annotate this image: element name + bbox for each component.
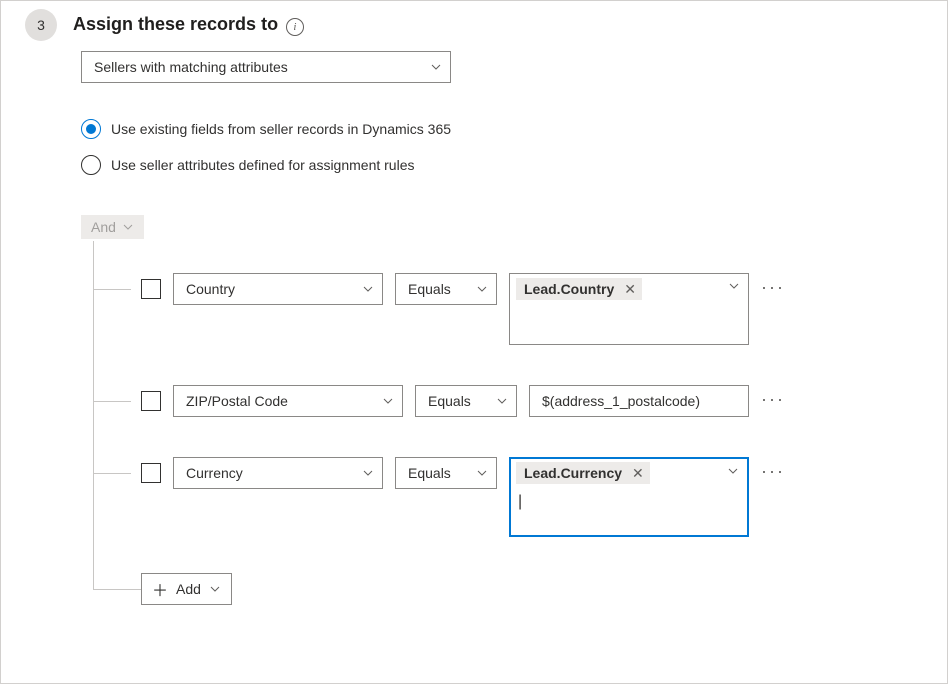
group-operator-dropdown[interactable]: And — [81, 215, 144, 239]
row-more-menu[interactable]: ··· — [761, 273, 785, 298]
assign-to-value: Sellers with matching attributes — [94, 59, 288, 75]
tree-connector — [93, 473, 131, 474]
row-checkbox[interactable] — [141, 463, 161, 483]
add-condition-button[interactable]: ＋ Add — [141, 573, 232, 605]
radio-group: Use existing fields from seller records … — [81, 119, 923, 175]
operator-value: Equals — [408, 465, 451, 481]
condition-row: Country Equals Lead.Country ✕ — [81, 273, 923, 345]
value-text: $(address_1_postalcode) — [542, 393, 700, 409]
radio-indicator-icon — [81, 119, 101, 139]
field-dropdown[interactable]: Country — [173, 273, 383, 305]
chevron-down-icon — [727, 465, 739, 477]
chevron-down-icon — [209, 583, 221, 595]
condition-row: ZIP/Postal Code Equals $(address_1_posta… — [81, 385, 923, 417]
chevron-down-icon — [496, 395, 508, 407]
assignment-step-panel: 3 Assign these records to i Sellers with… — [0, 0, 948, 684]
chevron-down-icon — [476, 283, 488, 295]
radio-existing-fields[interactable]: Use existing fields from seller records … — [81, 119, 923, 139]
row-more-menu[interactable]: ··· — [761, 457, 785, 482]
tree-connector — [93, 589, 141, 590]
value-tag: Lead.Country ✕ — [516, 278, 642, 300]
title-wrap: Assign these records to i — [73, 14, 304, 36]
chevron-down-icon — [728, 280, 740, 292]
value-tag-text: Lead.Country — [524, 281, 614, 297]
row-more-menu[interactable]: ··· — [761, 385, 785, 410]
section-content: Sellers with matching attributes Use exi… — [81, 41, 923, 605]
field-value: Currency — [186, 465, 243, 481]
field-value: ZIP/Postal Code — [186, 393, 288, 409]
value-tag-text: Lead.Currency — [524, 465, 622, 481]
section-title: Assign these records to — [73, 14, 278, 34]
tree-connector — [93, 401, 131, 402]
assign-to-dropdown[interactable]: Sellers with matching attributes — [81, 51, 451, 83]
condition-row: Currency Equals Lead.Currency ✕ — [81, 457, 923, 537]
value-input[interactable]: $(address_1_postalcode) — [529, 385, 749, 417]
field-dropdown[interactable]: Currency — [173, 457, 383, 489]
field-dropdown[interactable]: ZIP/Postal Code — [173, 385, 403, 417]
group-operator-label: And — [91, 219, 116, 235]
value-input-focused[interactable]: Lead.Currency ✕ | — [509, 457, 749, 537]
add-label: Add — [176, 581, 201, 597]
operator-value: Equals — [408, 281, 451, 297]
radio-label: Use existing fields from seller records … — [111, 121, 451, 137]
chevron-down-icon — [430, 61, 442, 73]
tree-connector — [93, 289, 131, 290]
remove-tag-icon[interactable]: ✕ — [624, 281, 636, 298]
text-cursor: | — [516, 494, 522, 510]
row-checkbox[interactable] — [141, 391, 161, 411]
value-tag: Lead.Currency ✕ — [516, 462, 650, 484]
chevron-down-icon — [362, 283, 374, 295]
chevron-down-icon — [122, 221, 134, 233]
operator-dropdown[interactable]: Equals — [415, 385, 517, 417]
chevron-down-icon — [476, 467, 488, 479]
row-checkbox[interactable] — [141, 279, 161, 299]
chevron-down-icon — [382, 395, 394, 407]
add-row: ＋ Add — [81, 573, 923, 605]
condition-builder: And Country Equals — [81, 215, 923, 605]
remove-tag-icon[interactable]: ✕ — [632, 465, 644, 482]
value-input[interactable]: Lead.Country ✕ — [509, 273, 749, 345]
radio-label: Use seller attributes defined for assign… — [111, 157, 414, 173]
radio-indicator-icon — [81, 155, 101, 175]
plus-icon: ＋ — [152, 577, 168, 601]
info-icon[interactable]: i — [286, 18, 304, 36]
step-number-badge: 3 — [25, 9, 57, 41]
chevron-down-icon — [362, 467, 374, 479]
operator-value: Equals — [428, 393, 471, 409]
condition-tree: And Country Equals — [81, 215, 923, 605]
radio-seller-attributes[interactable]: Use seller attributes defined for assign… — [81, 155, 923, 175]
step-header: 3 Assign these records to i — [25, 9, 923, 41]
field-value: Country — [186, 281, 235, 297]
operator-dropdown[interactable]: Equals — [395, 457, 497, 489]
operator-dropdown[interactable]: Equals — [395, 273, 497, 305]
